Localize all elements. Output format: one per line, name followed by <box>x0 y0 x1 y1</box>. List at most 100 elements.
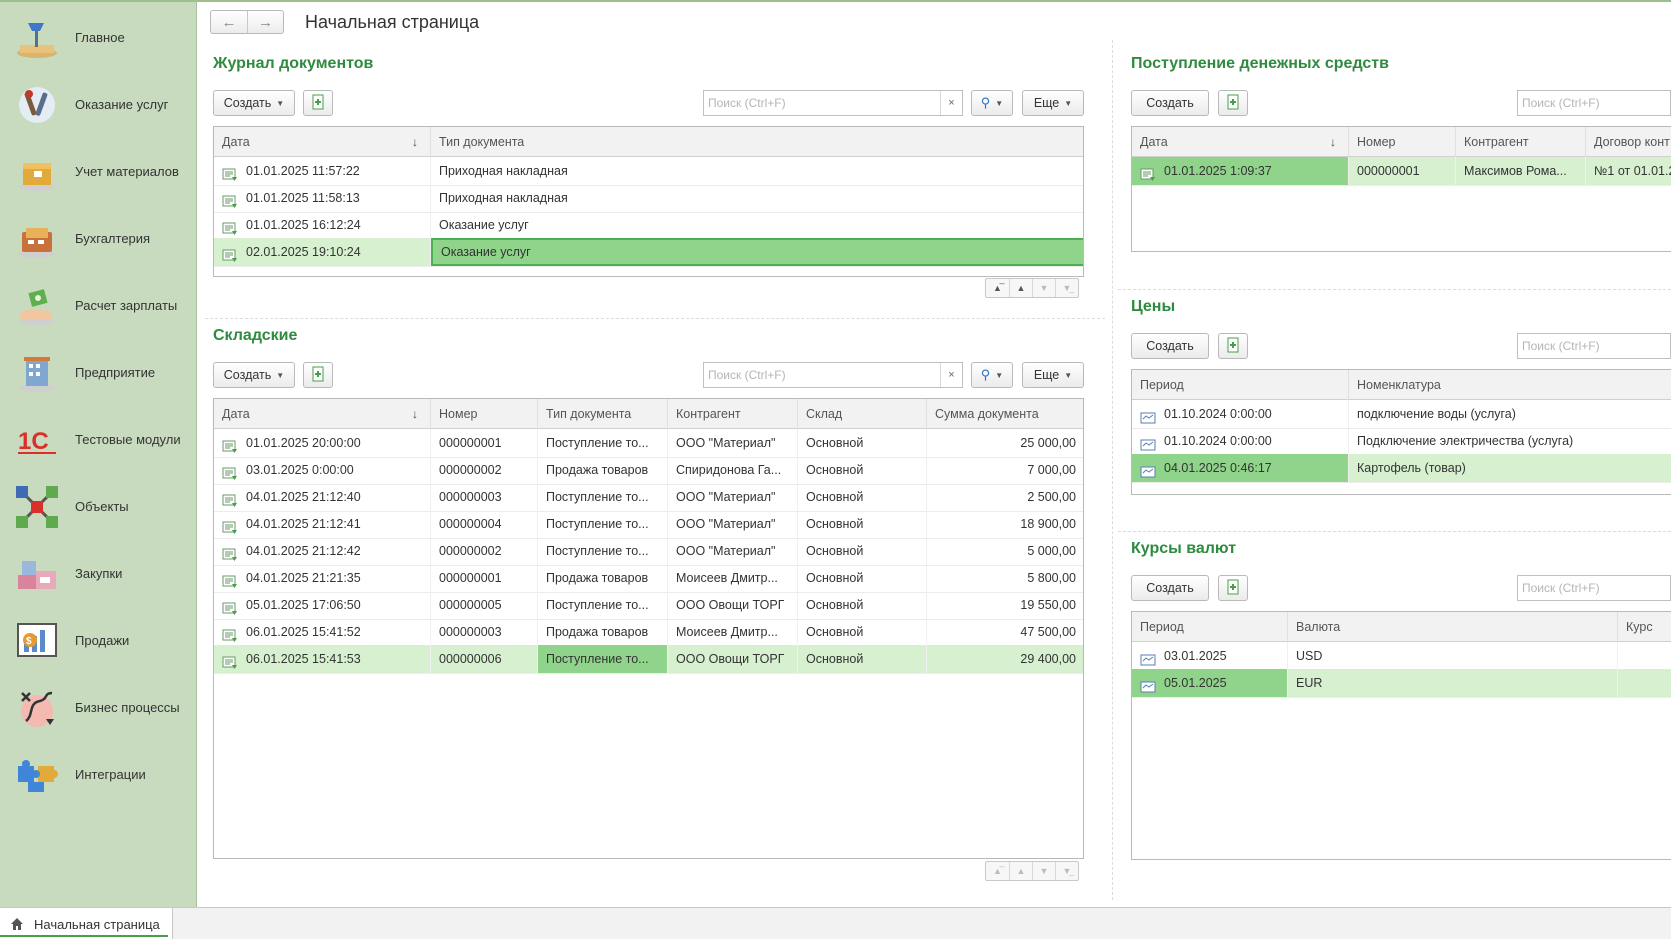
table-cell-doc-type: Оказание услуг <box>431 238 1083 266</box>
warehouse-search-field[interactable] <box>704 363 962 387</box>
table-row[interactable]: 02.01.2025 19:10:24 Оказание услуг <box>214 238 1083 267</box>
column-header-period[interactable]: Период <box>1132 612 1288 642</box>
warehouse-search-button[interactable]: ⚲ ▼ <box>971 362 1013 388</box>
table-row[interactable]: 03.01.2025 USD <box>1132 642 1671 671</box>
table-row[interactable]: 04.01.2025 21:12:42 000000002 Поступление … <box>214 537 1083 566</box>
sidebar-item-accounting[interactable]: Бухгалтерия <box>0 205 197 272</box>
register-icon <box>1140 407 1156 424</box>
table-row[interactable]: 01.01.2025 16:12:24 Оказание услуг <box>214 211 1083 240</box>
table-row[interactable]: 01.01.2025 11:57:22 Приходная накладная <box>214 157 1083 186</box>
sidebar-item-business-processes[interactable]: Бизнес процессы <box>0 674 197 741</box>
column-header-date[interactable]: Дата ↓ <box>1132 127 1349 157</box>
page-title: Начальная страница <box>305 12 480 32</box>
table-row[interactable]: 01.01.2025 11:58:13 Приходная накладная <box>214 184 1083 213</box>
column-header-date[interactable]: Дата ↓ <box>214 399 431 429</box>
table-cell-nomenclature: Подключение электричества (услуга) <box>1349 427 1671 455</box>
warehouse-table: Дата ↓ Номер Тип документа Контрагент Скл… <box>213 398 1084 859</box>
next-page-icon[interactable]: ▼ <box>1032 862 1055 880</box>
warehouse-create-button[interactable]: Создать ▼ <box>213 362 295 388</box>
table-row[interactable]: 06.01.2025 15:41:53 000000006 Поступление … <box>214 645 1083 674</box>
journal-add-document-button[interactable] <box>303 90 333 116</box>
column-header-doc-type[interactable]: Тип документа <box>431 127 1083 157</box>
rates-search-field[interactable] <box>1518 576 1670 600</box>
prices-search-field[interactable] <box>1518 334 1670 358</box>
warehouse-search-input[interactable]: × <box>703 362 963 388</box>
column-header-doc-type[interactable]: Тип документа <box>538 399 668 429</box>
table-row[interactable]: 01.10.2024 0:00:00 подключение воды (услу… <box>1132 400 1671 429</box>
column-header-contractor[interactable]: Контрагент <box>1456 127 1586 157</box>
table-row[interactable]: 01.01.2025 20:00:00 000000001 Поступление … <box>214 429 1083 458</box>
sidebar-item-main[interactable]: Главное <box>0 4 197 71</box>
journal-search-button[interactable]: ⚲ ▼ <box>971 90 1013 116</box>
add-document-icon <box>1225 94 1241 113</box>
sidebar-item-enterprise[interactable]: Предприятие <box>0 339 197 406</box>
table-row[interactable]: 06.01.2025 15:41:52 000000003 Продажа това… <box>214 618 1083 647</box>
clear-icon[interactable]: × <box>940 363 962 387</box>
column-header-period[interactable]: Период <box>1132 370 1349 400</box>
next-page-icon[interactable]: ▼ <box>1032 279 1055 297</box>
first-page-icon[interactable]: ▲̅ <box>986 862 1009 880</box>
rates-add-document-button[interactable] <box>1218 575 1248 601</box>
sidebar-item-materials[interactable]: Учет материалов <box>0 138 197 205</box>
prev-page-icon[interactable]: ▲ <box>1009 862 1032 880</box>
cash-search-input[interactable] <box>1517 90 1671 116</box>
sidebar-item-sales[interactable]: $ Продажи <box>0 607 197 674</box>
column-header-number[interactable]: Номер <box>431 399 538 429</box>
column-header-sum[interactable]: Сумма документа <box>927 399 1083 429</box>
tab-home[interactable]: Начальная страница <box>0 908 173 939</box>
prices-add-document-button[interactable] <box>1218 333 1248 359</box>
sidebar-item-label: Закупки <box>75 566 123 581</box>
last-page-icon[interactable]: ▼̲ <box>1055 279 1078 297</box>
prev-page-icon[interactable]: ▲ <box>1009 279 1032 297</box>
table-row[interactable]: 01.01.2025 1:09:37 000000001 Максимов Рома… <box>1132 157 1671 186</box>
table-cell-contractor: ООО "Материал" <box>668 510 798 538</box>
table-row[interactable]: 04.01.2025 21:12:40 000000003 Поступление … <box>214 483 1083 512</box>
sidebar-item-test-modules[interactable]: 1C Тестовые модули <box>0 406 197 473</box>
column-header-warehouse[interactable]: Склад <box>798 399 927 429</box>
table-row[interactable]: 05.01.2025 EUR <box>1132 669 1671 698</box>
sidebar-item-services[interactable]: Оказание услуг <box>0 71 197 138</box>
table-row[interactable]: 01.10.2024 0:00:00 Подключение электричес… <box>1132 427 1671 456</box>
table-row[interactable]: 04.01.2025 0:46:17 Картофель (товар) <box>1132 454 1671 483</box>
sidebar-item-purchases[interactable]: Закупки <box>0 540 197 607</box>
table-cell-number: 000000002 <box>431 456 538 484</box>
table-row[interactable]: 04.01.2025 21:12:41 000000004 Поступление … <box>214 510 1083 539</box>
table-row[interactable]: 05.01.2025 17:06:50 000000005 Поступление … <box>214 591 1083 620</box>
column-header-nomenclature[interactable]: Номенклатура <box>1349 370 1671 400</box>
journal-search-field[interactable] <box>704 91 962 115</box>
table-cell-date: 05.01.2025 17:06:50 <box>214 591 431 619</box>
column-header-number[interactable]: Номер <box>1349 127 1456 157</box>
warehouse-add-document-button[interactable] <box>303 362 333 388</box>
column-header-rate[interactable]: Курс <box>1618 612 1671 642</box>
prices-search-input[interactable] <box>1517 333 1671 359</box>
column-header-currency[interactable]: Валюта <box>1288 612 1618 642</box>
forward-arrow-icon[interactable]: → <box>247 11 283 33</box>
sidebar-item-salary[interactable]: Расчет зарплаты <box>0 272 197 339</box>
table-header: Период Номенклатура <box>1132 370 1671 400</box>
back-arrow-icon[interactable]: ← <box>211 11 247 33</box>
table-row[interactable]: 04.01.2025 21:21:35 000000001 Продажа това… <box>214 564 1083 593</box>
cash-search-field[interactable] <box>1518 91 1670 115</box>
clear-icon[interactable]: × <box>940 91 962 115</box>
journal-more-button[interactable]: Еще ▼ <box>1022 90 1084 116</box>
sidebar-item-objects[interactable]: Объекты <box>0 473 197 540</box>
journal-create-button[interactable]: Создать ▼ <box>213 90 295 116</box>
table-row[interactable]: 03.01.2025 0:00:00 000000002 Продажа товар… <box>214 456 1083 485</box>
sidebar-item-integrations[interactable]: Интеграции <box>0 741 197 808</box>
rates-create-button[interactable]: Создать <box>1131 575 1209 601</box>
column-header-contractor[interactable]: Контрагент <box>668 399 798 429</box>
warehouse-more-button[interactable]: Еще ▼ <box>1022 362 1084 388</box>
journal-search-input[interactable]: × <box>703 90 963 116</box>
prices-table: Период Номенклатура 01.10.2024 0:00:00 по… <box>1131 369 1671 495</box>
svg-text:1C: 1C <box>18 428 49 455</box>
document-icon <box>222 164 238 181</box>
prices-create-button[interactable]: Создать <box>1131 333 1209 359</box>
last-page-icon[interactable]: ▼̲ <box>1055 862 1078 880</box>
rates-search-input[interactable] <box>1517 575 1671 601</box>
column-header-contract[interactable]: Договор конт <box>1586 127 1671 157</box>
column-header-date[interactable]: Дата ↓ <box>214 127 431 157</box>
cash-add-document-button[interactable] <box>1218 90 1248 116</box>
cash-create-button[interactable]: Создать <box>1131 90 1209 116</box>
first-page-icon[interactable]: ▲̅ <box>986 279 1009 297</box>
table-cell-warehouse: Основной <box>798 483 927 511</box>
